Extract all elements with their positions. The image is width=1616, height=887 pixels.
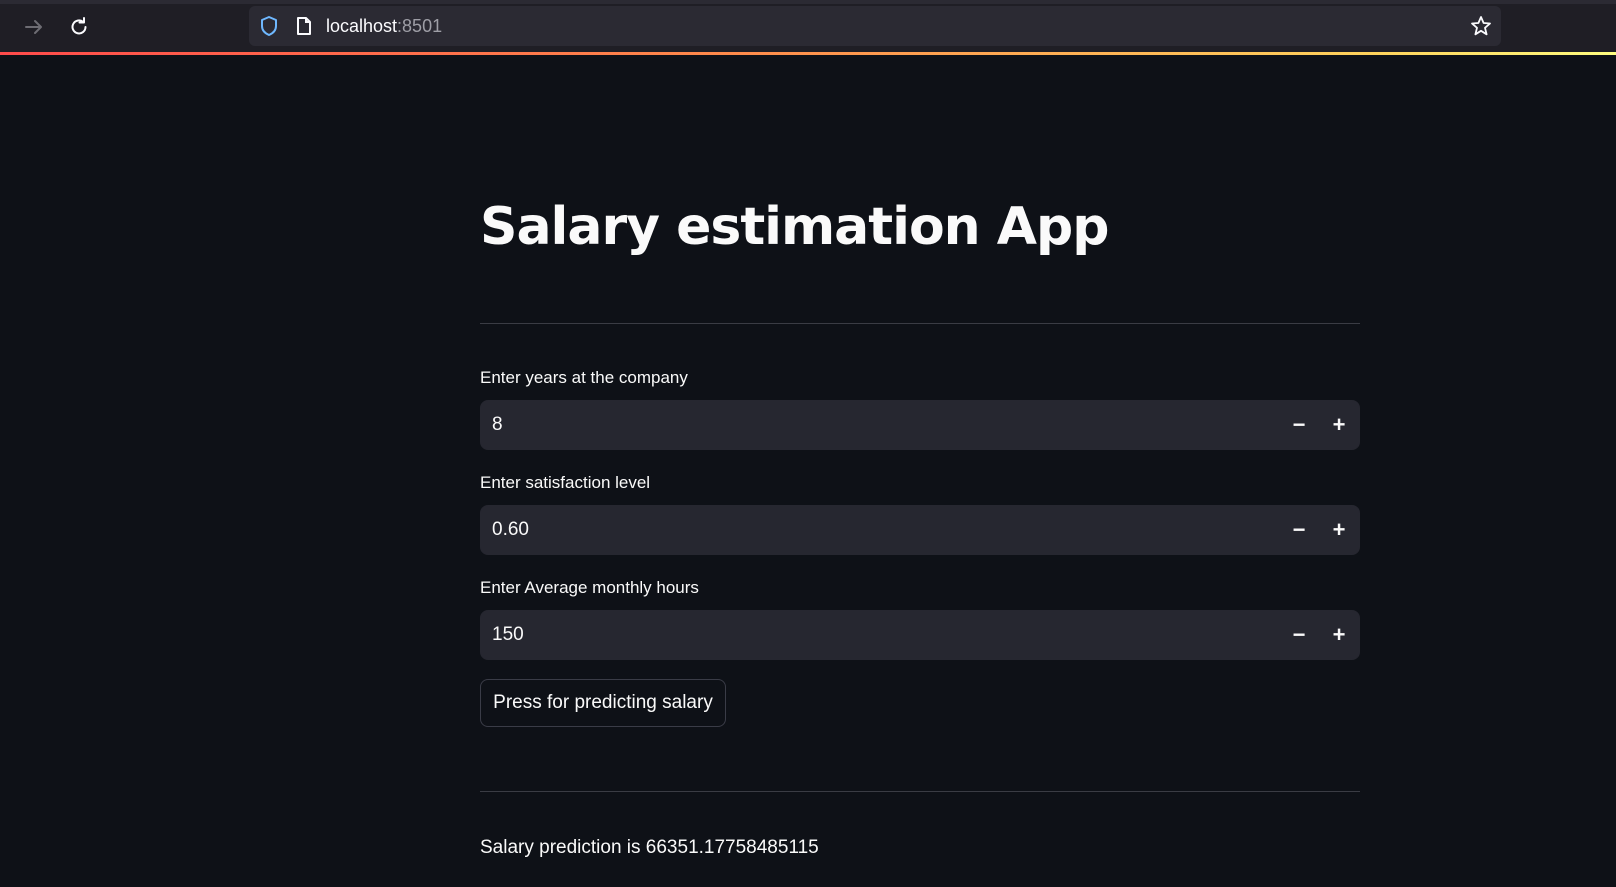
tab-strip-edge [0, 0, 1616, 4]
divider-bottom [480, 791, 1360, 792]
reload-icon [71, 17, 87, 35]
page-icon [297, 17, 311, 35]
years-input[interactable]: 8 − + [480, 400, 1360, 450]
page-title: Salary estimation App [480, 197, 1109, 257]
hours-label: Enter Average monthly hours [480, 578, 699, 597]
satisfaction-value[interactable]: 0.60 [492, 519, 529, 541]
satisfaction-input[interactable]: 0.60 − + [480, 505, 1360, 555]
url-text[interactable]: localhost:8501 [326, 15, 442, 37]
forward-button[interactable] [17, 10, 51, 44]
arrow-right-icon [25, 20, 42, 34]
url-port: :8501 [397, 16, 443, 36]
browser-toolbar: localhost:8501 [0, 0, 1616, 52]
predict-button[interactable]: Press for predicting salary [480, 679, 726, 727]
years-value[interactable]: 8 [492, 414, 503, 436]
years-decrement-button[interactable]: − [1279, 401, 1319, 449]
shield-icon[interactable] [259, 15, 279, 37]
satisfaction-decrement-button[interactable]: − [1279, 506, 1319, 554]
years-label: Enter years at the company [480, 368, 688, 387]
hours-increment-button[interactable]: + [1319, 611, 1359, 659]
bookmark-star-icon[interactable] [1469, 14, 1493, 38]
satisfaction-label: Enter satisfaction level [480, 473, 651, 492]
years-increment-button[interactable]: + [1319, 401, 1359, 449]
satisfaction-increment-button[interactable]: + [1319, 506, 1359, 554]
app-decoration-bar [0, 52, 1616, 55]
reload-button[interactable] [62, 10, 96, 44]
hours-decrement-button[interactable]: − [1279, 611, 1319, 659]
url-host: localhost [326, 16, 398, 36]
hours-value[interactable]: 150 [492, 624, 524, 646]
address-bar[interactable]: localhost:8501 [249, 6, 1501, 46]
hours-input[interactable]: 150 − + [480, 610, 1360, 660]
salary-result-text: Salary prediction is 66351.17758485115 [480, 837, 819, 858]
divider-top [480, 323, 1360, 324]
